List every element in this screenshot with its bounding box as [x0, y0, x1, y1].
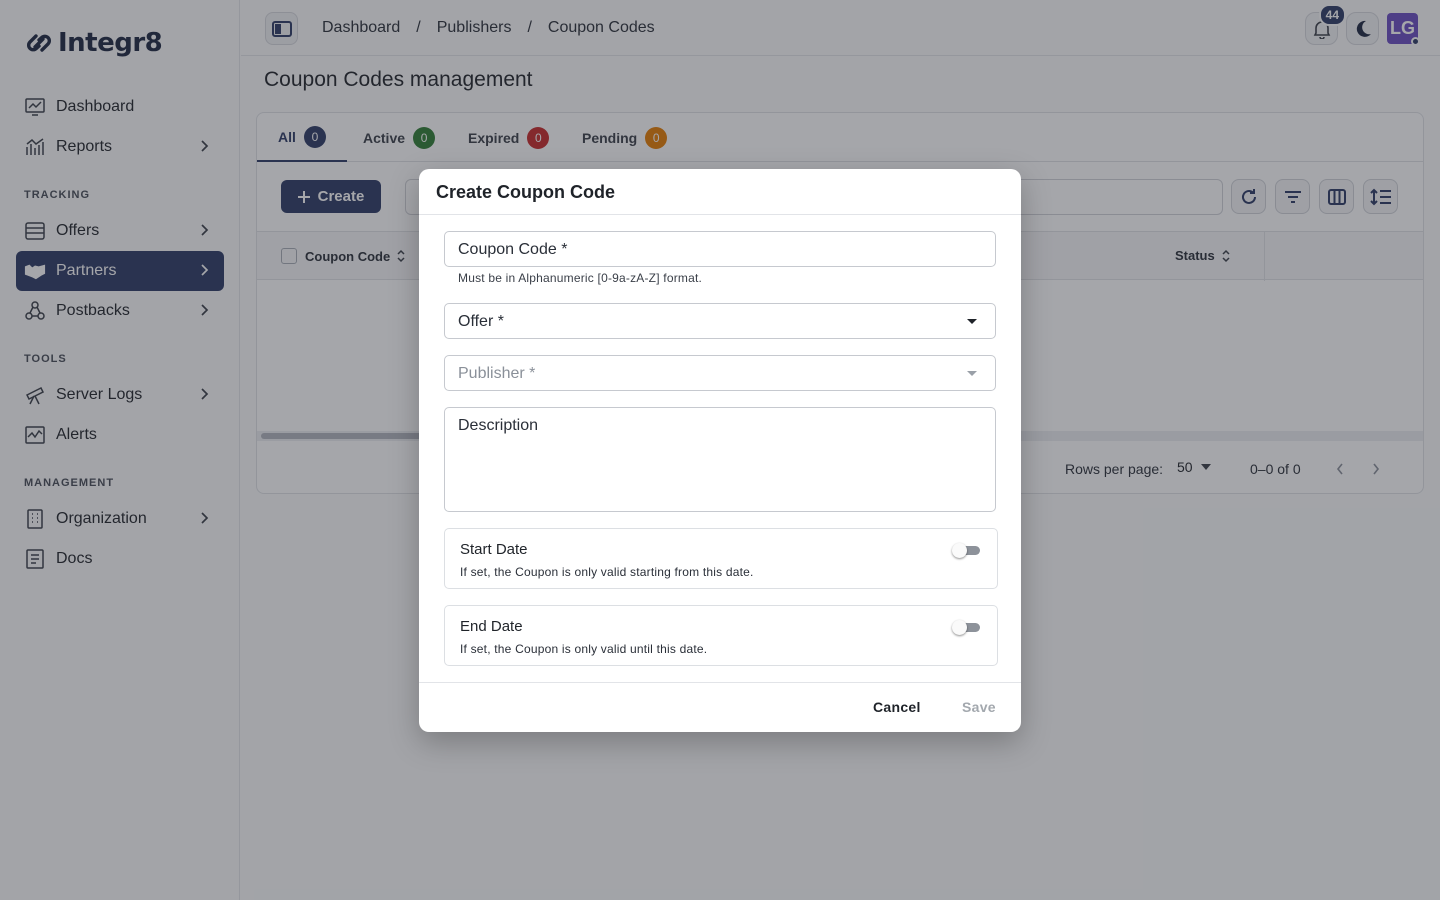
- toggle-knob: [952, 543, 967, 558]
- dialog-divider: [419, 682, 1021, 683]
- end-date-option: End Date If set, the Coupon is only vali…: [444, 605, 998, 666]
- publisher-label: Publisher *: [458, 365, 536, 382]
- coupon-code-helper: Must be in Alphanumeric [0-9a-zA-Z] form…: [458, 271, 703, 285]
- start-date-option: Start Date If set, the Coupon is only va…: [444, 528, 998, 589]
- end-date-description: If set, the Coupon is only valid until t…: [460, 642, 708, 656]
- start-date-toggle[interactable]: [952, 543, 982, 558]
- end-date-title: End Date: [460, 618, 523, 635]
- toggle-knob: [952, 620, 967, 635]
- coupon-code-label: Coupon Code *: [458, 241, 568, 258]
- dialog-title: Create Coupon Code: [436, 182, 616, 202]
- start-date-description: If set, the Coupon is only valid startin…: [460, 565, 754, 579]
- coupon-code-field[interactable]: Coupon Code *: [444, 231, 996, 267]
- offer-select[interactable]: Offer *: [444, 303, 996, 339]
- offer-label: Offer *: [458, 313, 504, 330]
- save-button[interactable]: Save: [962, 699, 996, 715]
- description-textarea[interactable]: Description: [444, 407, 996, 512]
- description-label: Description: [458, 417, 539, 434]
- start-date-title: Start Date: [460, 541, 528, 558]
- cancel-button[interactable]: Cancel: [873, 699, 921, 715]
- create-coupon-dialog: Create Coupon Code Coupon Code * Must be…: [419, 169, 1021, 732]
- caret-down-icon: [967, 319, 977, 324]
- end-date-toggle[interactable]: [952, 620, 982, 635]
- dialog-divider: [419, 214, 1021, 215]
- publisher-select[interactable]: Publisher *: [444, 355, 996, 391]
- caret-down-icon: [967, 371, 977, 376]
